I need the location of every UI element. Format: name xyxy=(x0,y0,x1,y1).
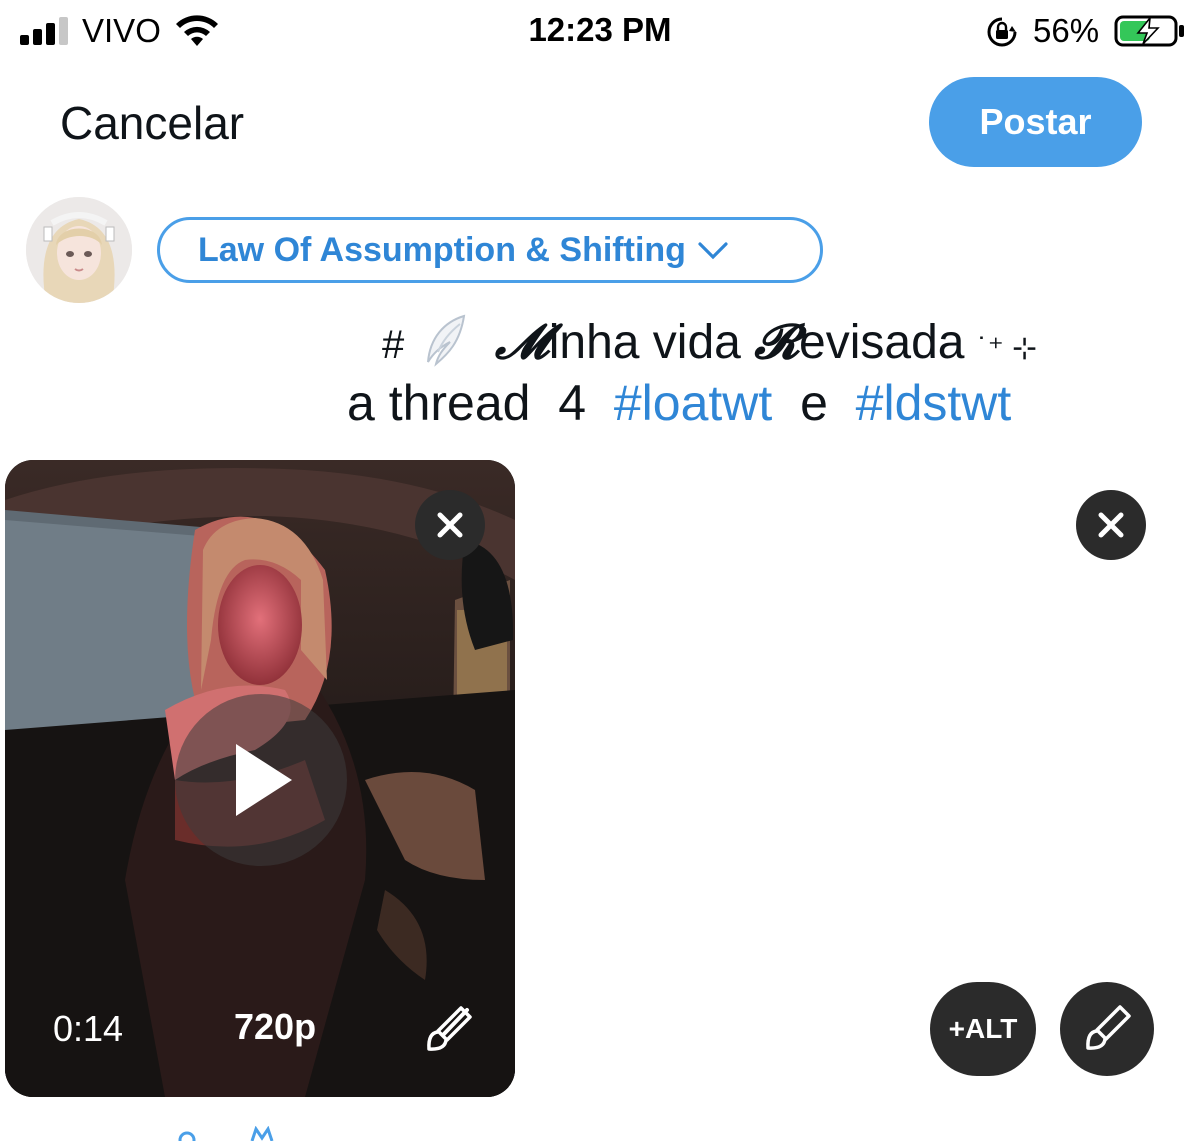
community-label: Law Of Assumption & Shifting xyxy=(198,230,686,269)
edit-media-button[interactable] xyxy=(1060,982,1154,1076)
close-icon xyxy=(1098,512,1124,538)
battery-charging-icon xyxy=(1114,15,1184,47)
play-button[interactable] xyxy=(175,694,347,866)
status-bar: VIVO 12:23 PM 56% xyxy=(0,0,1200,62)
chevron-down-icon xyxy=(698,242,728,260)
remove-video-button[interactable] xyxy=(415,490,485,560)
battery-percent: 56% xyxy=(1033,12,1100,49)
wing-icon xyxy=(426,314,465,367)
post-button[interactable]: Postar xyxy=(929,77,1142,167)
bottom-toolbar-partial xyxy=(178,1126,274,1141)
tweet-text-segment-1: inha vida xyxy=(548,316,755,369)
play-icon xyxy=(236,744,292,816)
video-duration: 0:14 xyxy=(53,1008,124,1049)
avatar[interactable] xyxy=(26,197,132,303)
tweet-text-joiner: e xyxy=(772,375,856,431)
hashtag-loatwt[interactable]: #loatwt xyxy=(614,375,772,431)
tweet-text-segment-2: evisada xyxy=(799,316,965,369)
video-quality: 720p xyxy=(234,1006,317,1047)
script-letter-m: 𝓜 xyxy=(494,314,549,370)
close-icon xyxy=(437,512,463,538)
edit-pen-icon xyxy=(1086,1005,1131,1050)
tweet-text-line-2: a thread 4 #loatwt e #ldstwt xyxy=(347,374,1011,432)
add-alt-text-button[interactable]: +ALT xyxy=(930,982,1036,1076)
remove-media-button[interactable] xyxy=(1076,490,1146,560)
video-attachment[interactable]: 0:14 720p xyxy=(5,460,515,1097)
hash-symbol: # xyxy=(382,323,405,367)
sparkle-decoration: ˙⁺ ⊹ xyxy=(977,332,1038,365)
status-time: 12:23 PM xyxy=(528,11,672,48)
script-letter-r: 𝓡 xyxy=(754,314,800,370)
tweet-text-line-1: # 𝓜inha vida 𝓡evisada ˙⁺ ⊹ xyxy=(382,312,1037,371)
rotation-lock-icon xyxy=(987,17,1017,47)
edit-video-icon[interactable] xyxy=(423,1005,473,1055)
community-selector[interactable]: Law Of Assumption & Shifting xyxy=(157,217,823,283)
cancel-button[interactable]: Cancelar xyxy=(60,96,244,150)
hashtag-ldstwt[interactable]: #ldstwt xyxy=(856,375,1012,431)
tweet-text-prefix: a thread 4 xyxy=(347,375,614,431)
